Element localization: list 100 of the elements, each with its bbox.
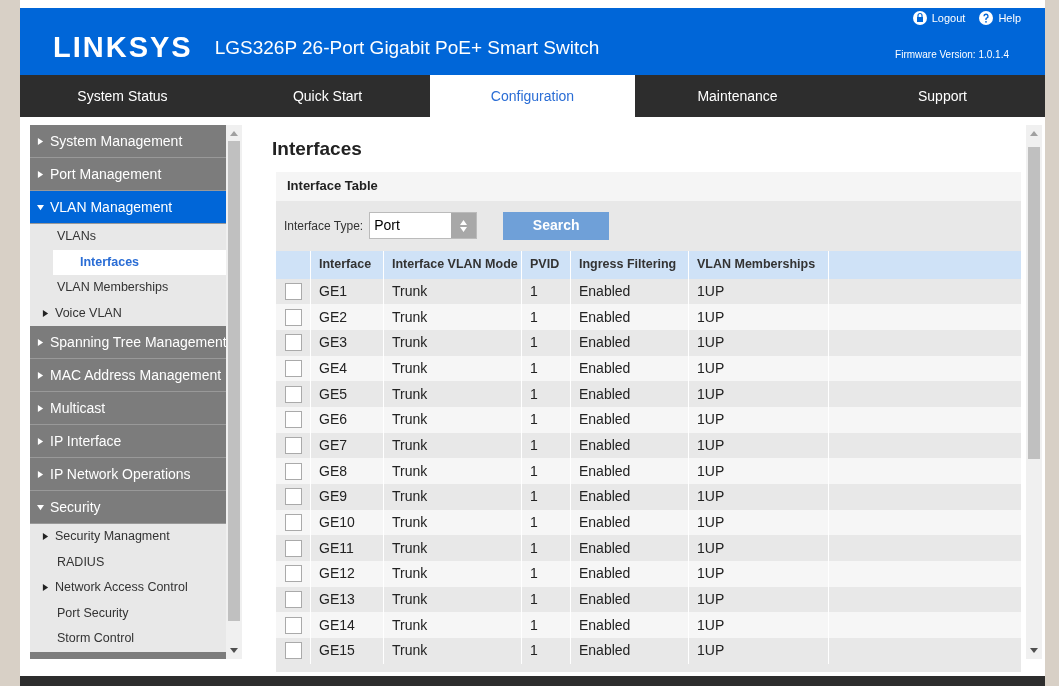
table-cell: GE6: [311, 406, 384, 433]
sidebar-item[interactable]: IP Network Operations: [30, 458, 226, 491]
table-cell: 1UP: [689, 561, 829, 587]
scrollbar-thumb[interactable]: [228, 141, 240, 621]
table-cell: 1UP: [689, 484, 829, 510]
sidebar-item[interactable]: VLAN Management: [30, 191, 226, 224]
nav-tab[interactable]: System Status: [20, 75, 225, 117]
table-cell: 1UP: [689, 638, 829, 664]
scroll-down-icon[interactable]: [230, 648, 238, 653]
row-checkbox[interactable]: [284, 359, 302, 377]
table-cell: 1UP: [689, 406, 829, 433]
header-link[interactable]: Help: [979, 10, 1021, 27]
table-cell: 1: [522, 561, 571, 587]
caret-right-icon: [37, 170, 44, 178]
column-header: PVID: [522, 250, 571, 279]
nav-tab[interactable]: Quick Start: [225, 75, 430, 117]
table-cell: 1: [522, 329, 571, 356]
column-header: Interface: [311, 250, 384, 279]
logo: LINKSYS: [53, 29, 193, 65]
table-cell: 1: [522, 484, 571, 510]
sidebar-subitem[interactable]: Network Access Control: [30, 575, 226, 601]
row-checkbox[interactable]: [284, 411, 302, 429]
table-cell: Trunk: [384, 304, 522, 330]
scroll-up-icon[interactable]: [230, 131, 238, 136]
sidebar-subitem[interactable]: Port Security: [30, 600, 226, 626]
row-checkbox[interactable]: [284, 642, 302, 660]
column-header: VLAN Memberships: [689, 250, 829, 279]
table-cell: Trunk: [384, 406, 522, 433]
table-cell: Enabled: [571, 484, 689, 510]
table-cell: GE9: [311, 484, 384, 510]
caret-right-icon: [37, 371, 44, 379]
sidebar-subitem[interactable]: Security Managment: [30, 524, 226, 550]
caret-right-icon: [37, 137, 44, 145]
caret-down-icon: [37, 203, 44, 211]
table-cell: 1: [522, 638, 571, 664]
firmware-version: Firmware Version: 1.0.1.4: [895, 48, 1009, 62]
search-button[interactable]: Search: [503, 211, 610, 240]
sidebar-item[interactable]: System Management: [30, 125, 226, 158]
scrollbar[interactable]: [1026, 125, 1042, 659]
row-checkbox[interactable]: [284, 539, 302, 557]
row-checkbox[interactable]: [284, 436, 302, 454]
table-cell: GE15: [311, 638, 384, 664]
header-link[interactable]: Logout: [912, 10, 966, 27]
sidebar-subitem[interactable]: Voice VLAN: [30, 300, 226, 326]
sidebar-item[interactable]: MAC Address Management: [30, 359, 226, 392]
table-cell: 1UP: [689, 329, 829, 356]
help-icon: [979, 11, 994, 26]
caret-right-icon: [42, 584, 49, 592]
sidebar-item[interactable]: IP Interface: [30, 425, 226, 458]
nav-tab[interactable]: Maintenance: [635, 75, 840, 117]
table-cell: Enabled: [571, 304, 689, 330]
caret-right-icon: [37, 437, 44, 445]
row-checkbox[interactable]: [284, 488, 302, 506]
row-checkbox[interactable]: [284, 591, 302, 609]
sidebar-item[interactable]: Port Management: [30, 158, 226, 191]
sidebar-subitem[interactable]: VLANs: [30, 224, 226, 250]
caret-down-icon: [37, 503, 44, 511]
page-title: Interfaces: [272, 137, 363, 161]
scroll-down-icon[interactable]: [1030, 648, 1038, 653]
table-cell: Trunk: [384, 329, 522, 356]
table-cell: Enabled: [571, 638, 689, 664]
interface-type-select[interactable]: Port: [369, 212, 478, 239]
sidebar-item[interactable]: Spanning Tree Management: [30, 326, 226, 359]
nav-tab[interactable]: Support: [840, 75, 1045, 117]
caret-right-icon: [37, 404, 44, 412]
row-checkbox[interactable]: [284, 514, 302, 532]
sidebar-item[interactable]: Multicast: [30, 392, 226, 425]
sidebar-subitem[interactable]: VLAN Memberships: [30, 275, 226, 301]
nav-tab[interactable]: Configuration: [430, 75, 635, 117]
scrollbar-thumb[interactable]: [1028, 147, 1040, 459]
table-cell: Trunk: [384, 638, 522, 664]
row-checkbox[interactable]: [284, 334, 302, 352]
sidebar-item[interactable]: Security: [30, 491, 226, 524]
sidebar-subitem[interactable]: Storm Control: [30, 626, 226, 652]
row-checkbox[interactable]: [284, 462, 302, 480]
scroll-up-icon[interactable]: [1030, 131, 1038, 136]
caret-right-icon: [42, 309, 49, 317]
sidebar-subitem[interactable]: Interfaces: [53, 249, 226, 275]
table-cell: GE5: [311, 381, 384, 407]
table-cell: Enabled: [571, 381, 689, 407]
row-checkbox[interactable]: [284, 385, 302, 403]
spinner-icon: [460, 219, 468, 232]
row-checkbox[interactable]: [284, 565, 302, 583]
row-checkbox[interactable]: [284, 616, 302, 634]
table-cell: 1: [522, 406, 571, 433]
table-cell: 1: [522, 381, 571, 407]
table-cell: Enabled: [571, 329, 689, 356]
scrollbar[interactable]: [226, 125, 242, 659]
table-cell: Enabled: [571, 406, 689, 433]
table-cell: Trunk: [384, 381, 522, 407]
row-checkbox[interactable]: [284, 308, 302, 326]
caret-right-icon: [42, 533, 49, 541]
row-checkbox[interactable]: [284, 282, 302, 300]
table-cell: 1UP: [689, 381, 829, 407]
sidebar-subitem[interactable]: RADIUS: [30, 549, 226, 575]
table-cell: 1UP: [689, 304, 829, 330]
column-header: Ingress Filtering: [571, 250, 689, 279]
caret-right-icon: [37, 338, 44, 346]
table-cell: Enabled: [571, 561, 689, 587]
section-header: Interface Table: [276, 171, 1021, 201]
